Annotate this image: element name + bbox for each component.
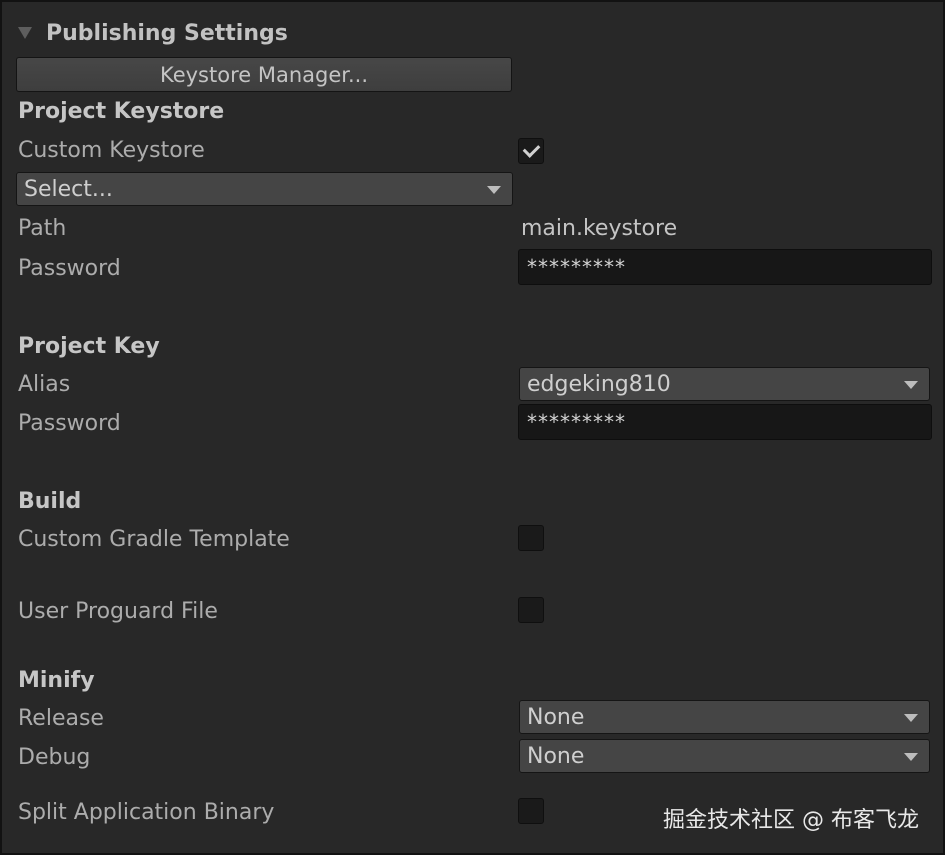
foldout-arrow-icon[interactable] [18, 27, 32, 39]
release-label: Release [18, 706, 104, 731]
alias-label: Alias [18, 372, 71, 397]
keystore-password-label: Password [18, 256, 121, 281]
debug-minify-value: None [527, 743, 585, 769]
user-proguard-file-label: User Proguard File [18, 599, 218, 624]
user-proguard-file-checkbox[interactable] [518, 597, 544, 623]
keystore-select-value: Select... [24, 176, 113, 202]
debug-minify-dropdown[interactable]: None [519, 739, 930, 773]
minify-heading: Minify [18, 668, 95, 693]
keystore-select-dropdown[interactable]: Select... [16, 172, 513, 206]
release-minify-value: None [527, 704, 585, 730]
watermark-text: 掘金技术社区 @ 布客飞龙 [663, 808, 919, 833]
publishing-settings-panel: Publishing Settings Keystore Manager... … [0, 0, 945, 855]
custom-keystore-checkbox[interactable] [518, 138, 544, 164]
publishing-settings-header[interactable]: Publishing Settings [18, 16, 288, 50]
custom-gradle-template-checkbox[interactable] [518, 525, 544, 551]
key-password-field[interactable]: ********* [518, 404, 932, 440]
custom-keystore-label: Custom Keystore [18, 138, 205, 163]
keystore-manager-button[interactable]: Keystore Manager... [16, 57, 512, 92]
path-label: Path [18, 216, 67, 241]
chevron-down-icon [904, 753, 918, 761]
key-password-label: Password [18, 411, 121, 436]
path-value: main.keystore [521, 216, 678, 241]
project-key-heading: Project Key [18, 334, 160, 359]
chevron-down-icon [904, 381, 918, 389]
project-keystore-heading: Project Keystore [18, 99, 225, 124]
custom-gradle-template-label: Custom Gradle Template [18, 527, 290, 552]
chevron-down-icon [904, 714, 918, 722]
keystore-password-field[interactable]: ********* [518, 249, 932, 285]
section-title: Publishing Settings [46, 20, 288, 46]
build-heading: Build [18, 489, 82, 514]
alias-value: edgeking810 [527, 371, 671, 397]
split-application-binary-checkbox[interactable] [518, 798, 544, 824]
release-minify-dropdown[interactable]: None [519, 700, 930, 734]
checkmark-icon [522, 140, 540, 158]
debug-label: Debug [18, 745, 91, 770]
chevron-down-icon [487, 186, 501, 194]
alias-dropdown[interactable]: edgeking810 [519, 367, 930, 401]
split-application-binary-label: Split Application Binary [18, 800, 275, 825]
